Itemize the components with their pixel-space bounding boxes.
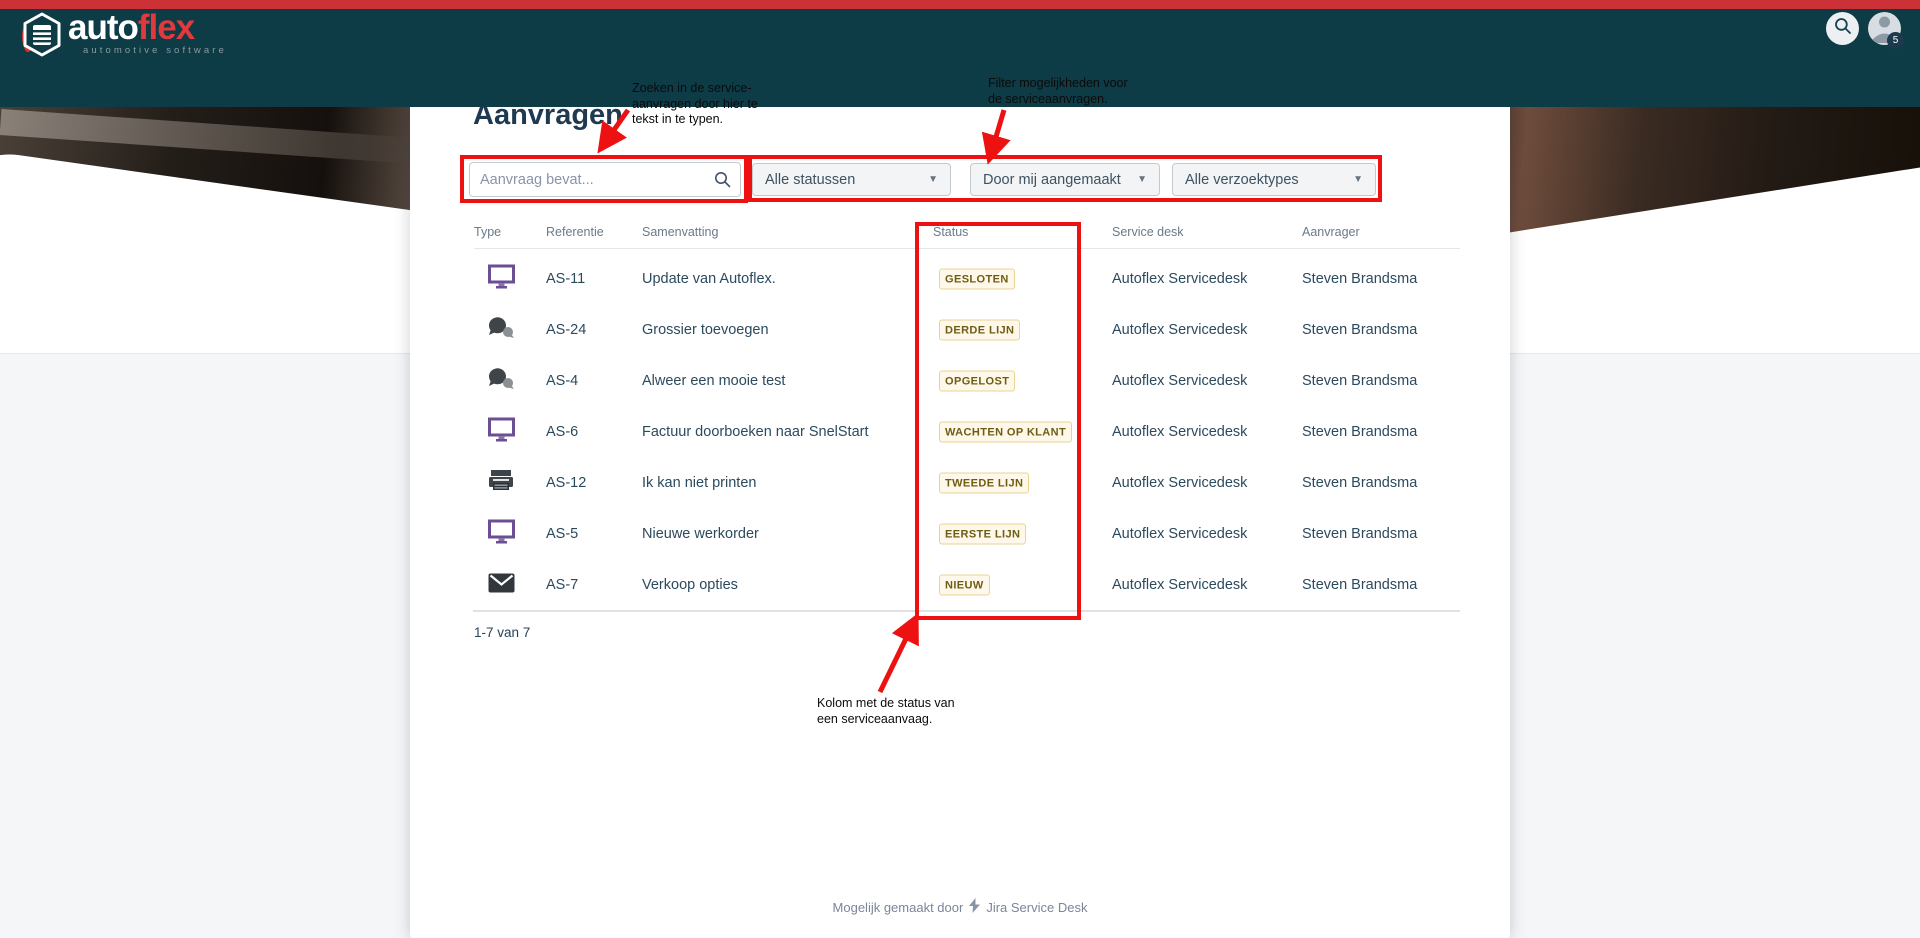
request-reference: AS-11 (546, 271, 585, 287)
requester-name: Steven Brandsma (1302, 424, 1417, 440)
table-row[interactable]: AS-12 Ik kan niet printen TWEEDE LIJN Au… (410, 457, 1510, 508)
global-search-button[interactable] (1826, 12, 1859, 45)
monitor-icon (486, 519, 516, 548)
creator-filter-value: Door mij aangemaakt (983, 172, 1121, 188)
status-badge: DERDE LIJN (939, 319, 1020, 340)
column-header-type[interactable]: Type (474, 225, 501, 239)
status-badge: WACHTEN OP KLANT (939, 421, 1072, 442)
column-header-status[interactable]: Status (933, 225, 968, 239)
column-header-requester[interactable]: Aanvrager (1302, 225, 1360, 239)
requester-name: Steven Brandsma (1302, 526, 1417, 542)
table-row[interactable]: AS-7 Verkoop opties NIEUW Autoflex Servi… (410, 559, 1510, 610)
speech-bubbles-icon (486, 367, 516, 395)
request-reference: AS-12 (546, 475, 586, 491)
service-desk-name: Autoflex Servicedesk (1112, 475, 1247, 491)
request-summary-link[interactable]: Verkoop opties (642, 577, 738, 593)
requester-name: Steven Brandsma (1302, 373, 1417, 389)
request-summary-link[interactable]: Update van Autoflex. (642, 271, 776, 287)
table-header-divider (474, 248, 1460, 249)
notification-count-badge[interactable]: 5 (1887, 32, 1904, 49)
screen: autoflex automotive software 5 Autoflex … (0, 0, 1920, 938)
service-desk-name: Autoflex Servicedesk (1112, 424, 1247, 440)
table-row[interactable]: AS-11 Update van Autoflex. GESLOTEN Auto… (410, 253, 1510, 304)
service-desk-card: Autoflex Servicedesk Aanvragen Alle stat… (410, 55, 1510, 938)
status-badge: OPGELOST (939, 370, 1015, 391)
requester-name: Steven Brandsma (1302, 271, 1417, 287)
table-row[interactable]: AS-4 Alweer een mooie test OPGELOST Auto… (410, 355, 1510, 406)
status-filter-value: Alle statussen (765, 172, 855, 188)
chevron-down-icon: ▼ (1353, 174, 1363, 185)
request-reference: AS-4 (546, 373, 578, 389)
table-row[interactable]: AS-6 Factuur doorboeken naar SnelStart W… (410, 406, 1510, 457)
footer-product-link[interactable]: Jira Service Desk (986, 900, 1087, 915)
requester-name: Steven Brandsma (1302, 475, 1417, 491)
request-summary-link[interactable]: Nieuwe werkorder (642, 526, 759, 542)
autoflex-logo[interactable]: autoflex automotive software (20, 11, 227, 64)
request-summary-link[interactable]: Ik kan niet printen (642, 475, 756, 491)
jira-bolt-icon (968, 898, 981, 916)
request-summary-link[interactable]: Factuur doorboeken naar SnelStart (642, 424, 869, 440)
request-reference: AS-6 (546, 424, 578, 440)
monitor-icon (486, 264, 516, 293)
table-row[interactable]: AS-5 Nieuwe werkorder EERSTE LIJN Autofl… (410, 508, 1510, 559)
request-summary-link[interactable]: Alweer een mooie test (642, 373, 785, 389)
service-desk-name: Autoflex Servicedesk (1112, 373, 1247, 389)
service-desk-name: Autoflex Servicedesk (1112, 577, 1247, 593)
status-badge: NIEUW (939, 574, 990, 595)
status-badge: TWEEDE LIJN (939, 472, 1029, 493)
chevron-down-icon: ▼ (1137, 174, 1147, 185)
column-header-service-desk[interactable]: Service desk (1112, 225, 1184, 239)
printer-icon (486, 469, 516, 497)
request-reference: AS-24 (546, 322, 586, 338)
request-reference: AS-5 (546, 526, 578, 542)
service-desk-name: Autoflex Servicedesk (1112, 271, 1247, 287)
logo-word-auto: auto (68, 8, 138, 47)
autoflex-hexagon-icon (20, 11, 64, 64)
table-row[interactable]: AS-24 Grossier toevoegen DERDE LIJN Auto… (410, 304, 1510, 355)
request-summary-link[interactable]: Grossier toevoegen (642, 322, 769, 338)
logo-word-flex: flex (138, 8, 194, 47)
search-icon (1833, 16, 1853, 41)
top-navigation-bar (0, 9, 1920, 107)
logo-tagline: automotive software (83, 45, 227, 56)
pagination-label: 1-7 van 7 (474, 625, 530, 640)
requester-name: Steven Brandsma (1302, 322, 1417, 338)
status-filter-dropdown[interactable]: Alle statussen ▼ (752, 163, 951, 196)
request-search-input[interactable] (469, 162, 741, 197)
top-accent-strip (0, 0, 1920, 9)
chevron-down-icon: ▼ (928, 174, 938, 185)
creator-filter-dropdown[interactable]: Door mij aangemaakt ▼ (970, 163, 1160, 196)
request-type-filter-dropdown[interactable]: Alle verzoektypes ▼ (1172, 163, 1376, 196)
service-desk-name: Autoflex Servicedesk (1112, 322, 1247, 338)
monitor-icon (486, 417, 516, 446)
service-desk-name: Autoflex Servicedesk (1112, 526, 1247, 542)
footer-prefix: Mogelijk gemaakt door (833, 900, 964, 915)
speech-bubbles-icon (486, 316, 516, 344)
column-header-summary[interactable]: Samenvatting (642, 225, 718, 239)
logo-text: autoflex automotive software (68, 11, 227, 64)
request-reference: AS-7 (546, 577, 578, 593)
powered-by-footer: Mogelijk gemaakt door Jira Service Desk (410, 898, 1510, 916)
type-filter-value: Alle verzoektypes (1185, 172, 1299, 188)
envelope-icon (486, 573, 516, 597)
requester-name: Steven Brandsma (1302, 577, 1417, 593)
status-badge: EERSTE LIJN (939, 523, 1026, 544)
table-bottom-divider (473, 610, 1460, 612)
status-badge: GESLOTEN (939, 268, 1015, 289)
column-header-reference[interactable]: Referentie (546, 225, 604, 239)
